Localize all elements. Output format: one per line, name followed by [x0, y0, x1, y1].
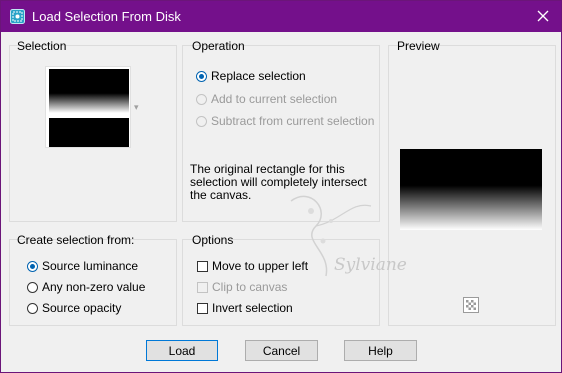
- radio-button[interactable]: [27, 281, 38, 293]
- checkbox-label: Clip to canvas: [212, 280, 288, 294]
- help-button[interactable]: Help: [344, 340, 417, 361]
- radio-label: Source opacity: [42, 301, 122, 315]
- load-button[interactable]: Load: [146, 340, 218, 361]
- checkbox[interactable]: [197, 281, 208, 293]
- preview-group-label: Preview: [397, 39, 440, 53]
- operation-info-text: The original rectangle for this selectio…: [190, 162, 367, 202]
- radio-button[interactable]: [196, 70, 207, 82]
- options-group-label: Options: [192, 233, 234, 247]
- radio-any-non-zero-value[interactable]: Any non-zero value: [27, 279, 145, 295]
- radio-button[interactable]: [196, 115, 207, 127]
- cancel-button[interactable]: Cancel: [245, 340, 318, 361]
- check-move-to-upper-left[interactable]: Move to upper left: [197, 258, 308, 274]
- selection-swatch-dropdown[interactable]: [45, 66, 131, 148]
- checkerboard-icon[interactable]: [463, 297, 479, 313]
- chevron-down-icon[interactable]: ▾: [134, 102, 139, 113]
- radio-button[interactable]: [27, 302, 38, 314]
- radio-label: Source luminance: [42, 259, 139, 273]
- radio-add-to-current-selection[interactable]: Add to current selection: [196, 91, 337, 107]
- radio-label: Add to current selection: [211, 92, 338, 106]
- checkbox[interactable]: [197, 302, 208, 314]
- selection-group-label: Selection: [17, 39, 67, 53]
- radio-source-opacity[interactable]: Source opacity: [27, 300, 121, 316]
- close-icon[interactable]: [529, 5, 557, 27]
- selection-app-icon: [10, 9, 25, 24]
- checkbox-label: Invert selection: [212, 301, 293, 315]
- checkbox[interactable]: [197, 260, 208, 272]
- preview-image: [400, 149, 542, 230]
- operation-group-label: Operation: [192, 39, 245, 53]
- check-invert-selection[interactable]: Invert selection: [197, 300, 293, 316]
- radio-label: Subtract from current selection: [211, 114, 375, 128]
- dialog-window: Load Selection From Disk Selection ▾ Ope…: [0, 0, 562, 373]
- selection-swatch-gradient: [49, 69, 129, 113]
- radio-subtract-from-current-selection[interactable]: Subtract from current selection: [196, 113, 374, 129]
- radio-button[interactable]: [27, 260, 38, 272]
- title-bar: Load Selection From Disk: [1, 1, 561, 32]
- check-clip-to-canvas[interactable]: Clip to canvas: [197, 279, 287, 295]
- radio-label: Replace selection: [211, 69, 306, 83]
- selection-swatch-black: [49, 118, 129, 147]
- radio-button[interactable]: [196, 93, 207, 105]
- checkbox-label: Move to upper left: [212, 259, 309, 273]
- window-title: Load Selection From Disk: [32, 9, 181, 24]
- create-selection-group-label: Create selection from:: [17, 233, 135, 247]
- radio-label: Any non-zero value: [42, 280, 146, 294]
- radio-replace-selection[interactable]: Replace selection: [196, 68, 306, 84]
- radio-source-luminance[interactable]: Source luminance: [27, 258, 138, 274]
- watermark-text: Sylviane: [334, 255, 407, 275]
